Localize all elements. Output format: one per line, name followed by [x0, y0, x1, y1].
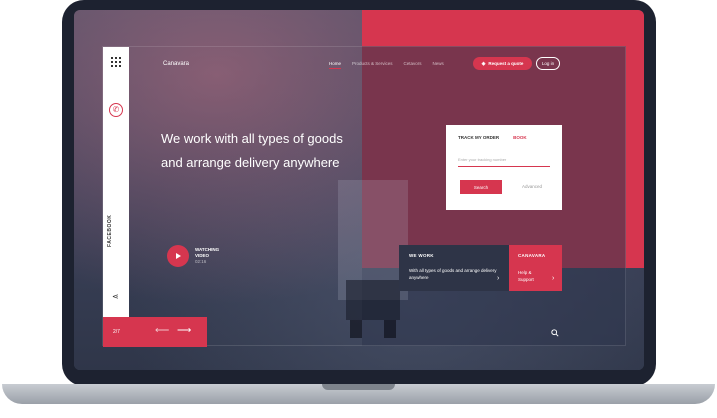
slide-count: 2/7 — [113, 329, 120, 335]
chevron-right-icon[interactable]: › — [552, 275, 554, 282]
we-work-card[interactable]: WE WORK With all types of goods and arra… — [399, 245, 509, 291]
watch-video-text: WATCHING VIDEO 02:16 — [195, 247, 219, 265]
we-work-title: WE WORK — [409, 253, 434, 258]
video-duration: 02:16 — [195, 259, 207, 264]
play-icon — [176, 253, 181, 259]
nav-item-home[interactable]: Home — [329, 61, 342, 69]
tracking-number-input[interactable]: Enter your tracking number — [458, 157, 550, 167]
canavara-desc-line1: Help & — [518, 270, 532, 275]
watch-video[interactable]: WATCHING VIDEO 02:16 — [167, 245, 219, 267]
track-tabs: TRACK MY ORDER BOOK — [458, 135, 527, 140]
we-work-desc: With all types of goods and arrange deli… — [409, 268, 497, 280]
laptop-base-notch — [322, 384, 395, 390]
arrow-left-icon[interactable]: ⟵ — [155, 325, 169, 336]
nav-item-products-services[interactable]: Products & Services — [352, 61, 393, 69]
screen: ✆ FACEBOOK ⋖ Canavara Home Products & Se… — [74, 10, 644, 370]
sidebar: ✆ FACEBOOK ⋖ — [103, 47, 129, 317]
canavara-title: CANAVARA — [518, 253, 546, 258]
request-quote-label: Request a quote — [488, 61, 524, 66]
facebook-link[interactable]: FACEBOOK — [107, 215, 113, 247]
app-window: ✆ FACEBOOK ⋖ Canavara Home Products & Se… — [102, 46, 626, 347]
search-icon[interactable] — [551, 329, 559, 337]
canavara-desc: Help & Support — [518, 269, 534, 283]
tab-track-my-order[interactable]: TRACK MY ORDER — [458, 135, 499, 140]
arrow-right-icon[interactable]: ⟶ — [177, 325, 191, 336]
tab-book[interactable]: BOOK — [513, 135, 527, 140]
tag-icon: ◈ — [481, 60, 486, 67]
grid-icon[interactable] — [111, 57, 121, 67]
login-button[interactable]: Log in — [536, 57, 560, 70]
request-quote-button[interactable]: ◈ Request a quote — [473, 57, 532, 70]
hero-title: We work with all types of goods and arra… — [161, 131, 343, 170]
main-nav: Home Products & Services Cetavors News — [329, 61, 444, 69]
canavara-card[interactable]: CANAVARA Help & Support › — [509, 245, 562, 291]
share-icon[interactable]: ⋖ — [112, 292, 119, 301]
canavara-desc-line2: Support — [518, 277, 534, 282]
slider-pager: 2/7 ⟵ ⟶ — [103, 317, 207, 347]
play-button[interactable] — [167, 245, 189, 267]
search-button[interactable]: Search — [460, 180, 502, 194]
phone-icon[interactable]: ✆ — [109, 103, 123, 117]
brand-logo[interactable]: Canavara — [163, 61, 189, 67]
track-order-card: TRACK MY ORDER BOOK Enter your tracking … — [446, 125, 562, 210]
nav-item-cetavors[interactable]: Cetavors — [404, 61, 422, 69]
chevron-right-icon[interactable]: › — [497, 275, 499, 282]
nav-item-news[interactable]: News — [433, 61, 444, 69]
advanced-link[interactable]: Advanced — [522, 184, 542, 189]
